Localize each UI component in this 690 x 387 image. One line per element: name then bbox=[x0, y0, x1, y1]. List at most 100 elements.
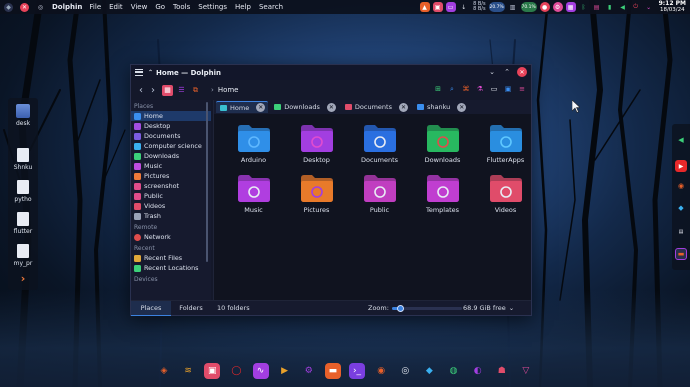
breadcrumb[interactable]: › Home bbox=[211, 86, 238, 94]
power-icon[interactable]: ⏻ bbox=[631, 2, 641, 12]
zoom-slider-handle[interactable] bbox=[397, 304, 405, 312]
settings-icon[interactable]: ⚙ bbox=[552, 2, 563, 12]
youtube-icon[interactable]: ▶ bbox=[675, 160, 687, 172]
chrome-icon[interactable]: ◎ bbox=[397, 363, 413, 379]
sidebar-item-music[interactable]: Music bbox=[131, 161, 211, 171]
dolphin-dock-icon[interactable]: ▬ bbox=[324, 363, 341, 379]
firefox-icon[interactable]: ◉ bbox=[675, 180, 687, 192]
desktop-item-flutter[interactable]: flutter bbox=[8, 212, 38, 235]
split-view-button[interactable]: ⧉ bbox=[190, 85, 201, 96]
image-viewer-icon[interactable]: ▣ bbox=[432, 2, 443, 12]
download-icon[interactable]: ↓ bbox=[459, 2, 469, 12]
image-viewer-icon[interactable]: ▣ bbox=[204, 363, 221, 379]
expand-tray-icon[interactable]: ⌄ bbox=[644, 2, 654, 12]
sidebar-item-public[interactable]: Public bbox=[131, 191, 211, 201]
menu-go[interactable]: Go bbox=[155, 3, 165, 11]
close-tab-icon[interactable]: ✕ bbox=[457, 102, 467, 112]
terminal-icon[interactable]: ›_ bbox=[349, 363, 365, 379]
search-icon[interactable]: ⌕ bbox=[447, 84, 457, 94]
sidebar-item-recent-files[interactable]: Recent Files bbox=[131, 253, 211, 263]
pin-icon[interactable]: ◎ bbox=[36, 3, 45, 12]
folder-item[interactable]: Documents bbox=[348, 122, 411, 164]
minimize-button[interactable]: ⌄ bbox=[487, 67, 497, 77]
maximize-button[interactable]: ⌃ bbox=[502, 67, 512, 77]
terminal-icon[interactable]: ⌘ bbox=[461, 84, 471, 94]
icons-view-button[interactable]: ▦ bbox=[162, 84, 173, 96]
sidebar-item-recent-locations[interactable]: Recent Locations bbox=[131, 263, 211, 273]
screen-icon[interactable]: ▭ bbox=[445, 2, 456, 12]
volume-icon[interactable]: ◀ bbox=[618, 2, 628, 12]
close-button[interactable]: ✕ bbox=[517, 67, 527, 77]
desktop-item-my-pr[interactable]: my_pr bbox=[8, 244, 38, 267]
folder-item[interactable]: Public bbox=[348, 172, 411, 214]
close-tab-icon[interactable]: ✕ bbox=[326, 102, 336, 112]
sidebar-item-home[interactable]: Home bbox=[131, 111, 211, 121]
folder-item[interactable]: Downloads bbox=[411, 122, 474, 164]
desktop-item-desk[interactable]: desk bbox=[8, 104, 38, 127]
compact-view-button[interactable]: ☰ bbox=[176, 85, 187, 96]
tab-shanku[interactable]: shanku ✕ bbox=[413, 101, 469, 113]
menu-tools[interactable]: Tools bbox=[173, 3, 190, 11]
menu-settings[interactable]: Settings bbox=[198, 3, 227, 11]
brave-browser-icon[interactable]: ▲ bbox=[419, 2, 430, 12]
visibility-icon[interactable]: ◐ bbox=[470, 363, 486, 379]
sidebar-item-videos[interactable]: Videos bbox=[131, 201, 211, 211]
close-window-icon[interactable]: ✕ bbox=[20, 2, 29, 12]
android-studio-icon[interactable]: ◍ bbox=[446, 363, 462, 379]
chevron-up-icon[interactable]: ⌃ bbox=[148, 69, 153, 76]
record-icon[interactable]: ● bbox=[539, 2, 550, 12]
hamburger-menu-icon[interactable] bbox=[135, 69, 143, 76]
ghost-icon[interactable]: ☗ bbox=[494, 363, 510, 379]
menu-view[interactable]: View bbox=[131, 3, 148, 11]
scrollbar-thumb[interactable] bbox=[206, 102, 208, 262]
expand-arrow-icon[interactable]: › bbox=[8, 272, 38, 285]
trash-icon[interactable]: ▽ bbox=[518, 363, 534, 379]
desktop-item-python[interactable]: pytho bbox=[8, 180, 38, 203]
forward-button[interactable]: › bbox=[147, 85, 159, 96]
menu-file[interactable]: File bbox=[89, 3, 101, 11]
layers-icon[interactable]: ≋ bbox=[180, 363, 196, 379]
folder-item[interactable]: Desktop bbox=[285, 122, 348, 164]
opera-icon[interactable]: ◯ bbox=[228, 363, 244, 379]
sidebar-item-pictures[interactable]: Pictures bbox=[131, 171, 211, 181]
places-panel-tab[interactable]: Places bbox=[131, 300, 171, 316]
sidebar-item-network[interactable]: Network bbox=[131, 232, 211, 242]
menu-help[interactable]: Help bbox=[235, 3, 251, 11]
sidebar-item-desktop[interactable]: Desktop bbox=[131, 121, 211, 131]
titlebar[interactable]: ⌃ Home — Dolphin ⌄ ⌃ ✕ bbox=[131, 65, 531, 80]
tab-downloads[interactable]: Downloads ✕ bbox=[270, 101, 339, 113]
clock[interactable]: 9:12 PM 18/03/24 bbox=[659, 1, 686, 14]
tab-documents[interactable]: Documents ✕ bbox=[341, 101, 411, 113]
close-tab-icon[interactable]: ✕ bbox=[398, 102, 408, 112]
sidebar-scrollbar[interactable] bbox=[205, 100, 209, 300]
menu-search[interactable]: Search bbox=[259, 3, 283, 11]
vscode-icon[interactable]: ◆ bbox=[421, 363, 437, 379]
dolphin-icon[interactable]: ▬ bbox=[675, 248, 687, 260]
preview-icon[interactable]: ▭ bbox=[489, 84, 499, 94]
close-tab-icon[interactable]: ✕ bbox=[256, 103, 266, 112]
app-launcher-icon[interactable]: ◆ bbox=[4, 2, 13, 12]
desktop-item-shnku[interactable]: Shnku bbox=[8, 148, 38, 171]
new-tab-icon[interactable]: ⊞ bbox=[433, 84, 443, 94]
sidebar-item-computer-science[interactable]: Computer science bbox=[131, 141, 211, 151]
folder-item[interactable]: Pictures bbox=[285, 172, 348, 214]
media-player-icon[interactable]: ▶ bbox=[277, 363, 293, 379]
volume-icon[interactable]: ◀ bbox=[675, 134, 687, 146]
sidebar-item-documents[interactable]: Documents bbox=[131, 131, 211, 141]
menu-edit[interactable]: Edit bbox=[109, 3, 123, 11]
bluetooth-icon[interactable]: ᛒ bbox=[579, 2, 589, 12]
info-panel-icon[interactable]: ▣ bbox=[503, 84, 513, 94]
app-launcher-icon[interactable]: ◈ bbox=[156, 363, 172, 379]
firefox-icon[interactable]: ◉ bbox=[373, 363, 389, 379]
breadcrumb-home[interactable]: Home bbox=[218, 86, 239, 94]
folder-item[interactable]: Arduino bbox=[222, 122, 285, 164]
back-button[interactable]: ‹ bbox=[135, 85, 147, 96]
notepad-icon[interactable]: ▤ bbox=[675, 226, 687, 238]
vscode-icon[interactable]: ◆ bbox=[675, 202, 687, 214]
settings-icon[interactable]: ⚙ bbox=[301, 363, 317, 379]
folder-item[interactable]: Templates bbox=[411, 172, 474, 214]
sidebar-item-downloads[interactable]: Downloads bbox=[131, 151, 211, 161]
zoom-slider[interactable] bbox=[391, 304, 462, 312]
dashboard-icon[interactable]: ▦ bbox=[565, 2, 576, 12]
folders-panel-tab[interactable]: Folders bbox=[171, 301, 211, 316]
